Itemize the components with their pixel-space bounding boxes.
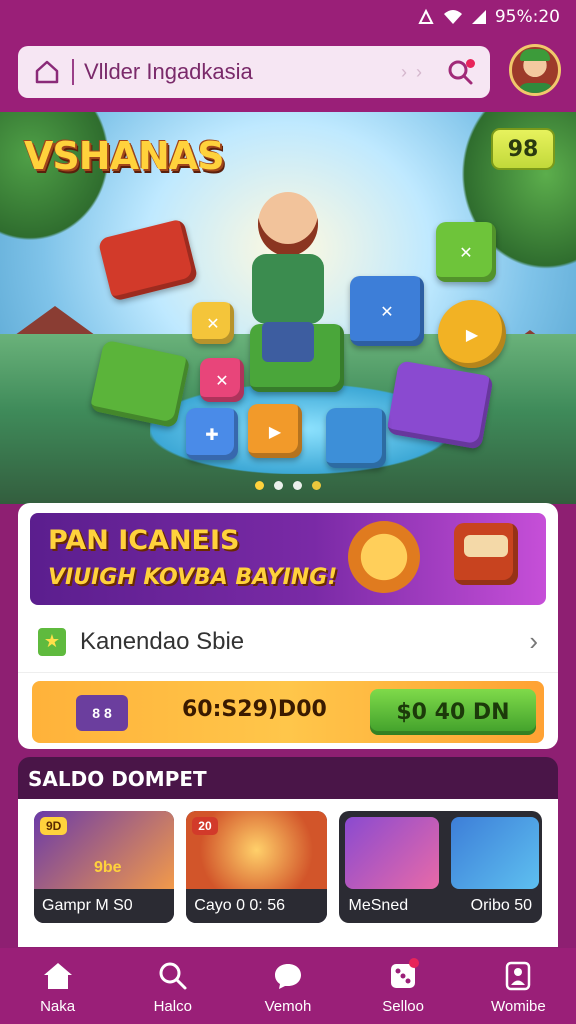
palm-tree-left [0,112,120,252]
lion-mascot [348,521,420,593]
nav-label: Womibe [490,997,546,1015]
saldo-section: SALDO DOMPET 9D 9be Gampr M S0 20 Cayo 0… [18,757,558,947]
search-divider [72,59,74,85]
hero-counter-badge[interactable]: 98 [491,128,555,170]
nav-item-dice[interactable]: Selloo [353,948,453,1024]
wifi-icon [443,9,463,25]
home-icon [40,958,76,994]
bottom-nav: Naka Halco Vemoh Selloo Womibe [0,948,576,1024]
games-row: 9D 9be Gampr M S0 20 Cayo 0 0: 56 MeSned… [18,799,558,947]
list-row-calendar[interactable]: ★ Kanendao Sbie › [18,611,558,673]
claim-bar: 8 8 60:S29)D00 $0 40 DN [32,681,544,743]
saldo-title: SALDO DOMPET [28,767,207,791]
app-header: › › [0,34,576,112]
chevron-right-icon: › [529,626,538,656]
chat-icon [270,958,306,994]
nav-item-chat[interactable]: Vemoh [238,948,338,1024]
carousel-dot[interactable] [293,481,302,490]
toy-coin: ▶ [438,300,506,368]
avatar[interactable] [509,44,561,96]
carousel-dots[interactable] [0,481,576,490]
game-label: Oribo 50 [470,897,533,914]
toy-block-blue: ✚ [186,408,238,460]
carousel-dot[interactable] [312,481,321,490]
game-art [344,817,439,889]
search-input[interactable] [84,59,401,85]
chevrons-icon: › › [401,61,424,82]
claim-button[interactable]: $0 40 DN [370,689,536,735]
game-label: MeSned [348,897,409,914]
game-tag: 20 [192,817,218,835]
network-icon [417,8,435,26]
notification-badge [409,957,420,968]
carousel-dot[interactable] [255,481,264,490]
nav-label: Vemoh [264,997,312,1015]
nav-label: Naka [40,997,76,1015]
game-art-text: 9be [94,859,122,876]
game-card[interactable]: 9D 9be Gampr M S0 [34,811,175,923]
promo-banner[interactable]: PAN ICANEIS VIUIGH KOVBA BAYING! [30,513,546,605]
promo-title: PAN ICANEIS [48,525,240,556]
robot-mascot [454,523,518,585]
game-card-wide[interactable]: MeSned Oribo 50 [338,811,543,923]
nav-label: Halco [153,997,192,1015]
chest-icon: 8 8 [76,695,128,731]
game-art [450,817,539,889]
game-tag: 9D [40,817,68,835]
battery-text: 95%⁠:20 [494,7,560,27]
nav-item-search[interactable]: Halco [123,948,223,1024]
promo-card: PAN ICANEIS VIUIGH KOVBA BAYING! ★ Kanen… [18,503,558,749]
nav-item-home[interactable]: Naka [8,948,108,1024]
search-icon [155,958,191,994]
game-label: Gampr M S0 [34,889,175,923]
status-bar: 95%⁠:20 [0,0,576,34]
star-icon: ★ [38,627,66,656]
toy-block-yellow: ✕ [192,302,234,344]
claim-amount: 60:S29)D00 [182,697,327,722]
dice-icon [385,957,421,994]
hero-banner[interactable]: VSHANAS 98 ✕ ✕ ✚ ▶ ✕ ✕ ▶ [0,112,576,504]
game-card[interactable]: 20 Cayo 0 0: 56 [186,811,327,923]
game-logo: VSHANAS [24,134,225,178]
toy-cube-blue: ✕ [350,276,424,346]
search-bar[interactable]: › › [18,46,490,98]
list-row-label: Kanendao Sbie [80,627,245,655]
search-icon[interactable] [442,54,478,90]
hero-character [240,192,336,422]
user-icon [500,958,536,994]
notification-dot [466,59,475,68]
game-label: Cayo 0 0: 56 [186,889,327,923]
nav-item-profile[interactable]: Womibe [468,948,568,1024]
nav-label: Selloo [382,997,424,1015]
carousel-dot[interactable] [274,481,283,490]
signal-icon [471,9,487,25]
toy-cube-green: ✕ [436,222,496,282]
toy-block-pink: ✕ [200,358,244,402]
home-outline-icon[interactable] [30,55,64,89]
promo-subtitle: VIUIGH KOVBA BAYING! [48,565,338,590]
